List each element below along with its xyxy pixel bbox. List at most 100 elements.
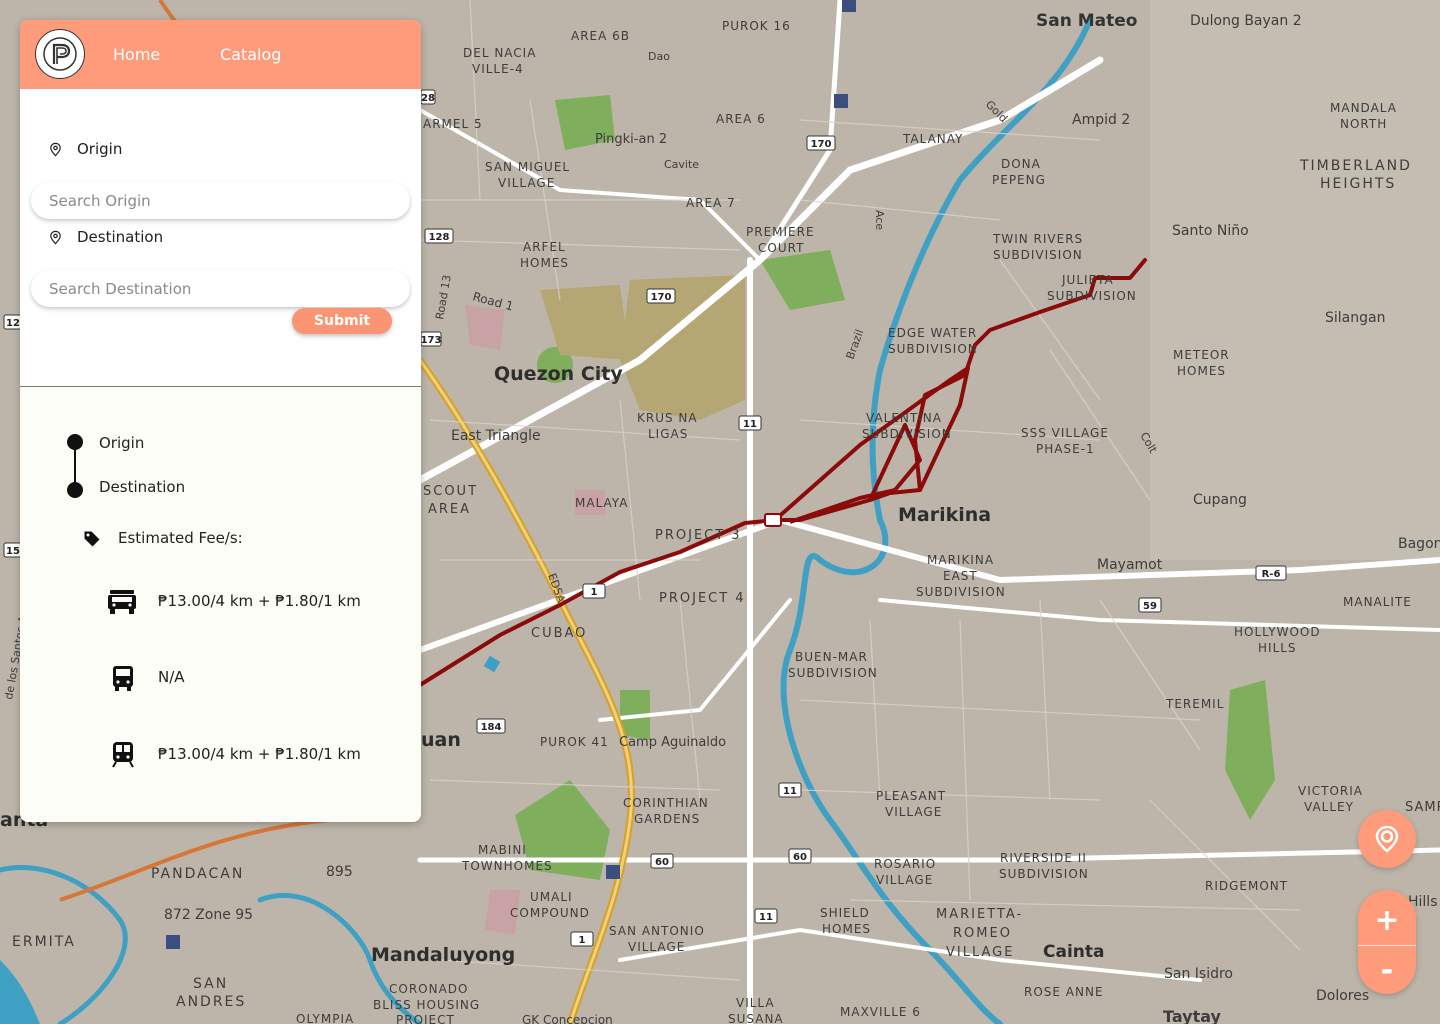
svg-text:CORONADO: CORONADO — [389, 982, 468, 996]
location-pin-icon — [1375, 825, 1399, 853]
svg-text:KRUS NA: KRUS NA — [637, 411, 698, 425]
svg-text:San Mateo: San Mateo — [1036, 11, 1137, 31]
svg-text:MAXVILLE 6: MAXVILLE 6 — [840, 1005, 921, 1019]
svg-text:VILLAGE: VILLAGE — [876, 873, 933, 887]
svg-text:872 Zone 95: 872 Zone 95 — [164, 907, 253, 923]
svg-text:PROJECT 3: PROJECT 3 — [655, 528, 742, 543]
svg-text:ARFEL: ARFEL — [523, 240, 566, 254]
svg-text:ERMITA: ERMITA — [12, 934, 76, 950]
destination-search-input[interactable] — [31, 270, 410, 307]
route-origin-text: Origin — [99, 434, 145, 452]
svg-text:SUBDIVISION: SUBDIVISION — [788, 666, 878, 680]
svg-text:PREMIERE: PREMIERE — [746, 225, 815, 239]
svg-text:VICTORIA: VICTORIA — [1298, 784, 1363, 798]
svg-text:SUBDIVISION: SUBDIVISION — [1047, 289, 1137, 303]
locate-me-button[interactable] — [1358, 810, 1416, 868]
svg-text:HEIGHTS: HEIGHTS — [1320, 176, 1396, 192]
submit-button[interactable]: Submit — [292, 308, 392, 334]
svg-text:Marikina: Marikina — [898, 504, 991, 526]
bus-fare-text: N/A — [158, 668, 185, 686]
svg-text:SSS VILLAGE: SSS VILLAGE — [1021, 426, 1109, 440]
location-pin-icon — [50, 230, 61, 244]
svg-text:1: 1 — [579, 935, 586, 946]
svg-text:12: 12 — [6, 318, 20, 329]
svg-text:SCOUT: SCOUT — [423, 484, 478, 499]
svg-text:Santo Niño: Santo Niño — [1172, 223, 1249, 239]
svg-text:ROSE ANNE: ROSE ANNE — [1024, 985, 1104, 999]
svg-text:LIGAS: LIGAS — [648, 427, 688, 441]
svg-text:MANALITE: MANALITE — [1343, 595, 1412, 609]
zoom-out-button[interactable]: - — [1358, 944, 1416, 994]
svg-text:Cavite: Cavite — [664, 158, 699, 171]
svg-text:Cupang: Cupang — [1193, 492, 1247, 508]
svg-text:15: 15 — [6, 546, 20, 557]
svg-text:SUBDIVISION: SUBDIVISION — [999, 867, 1089, 881]
svg-text:11: 11 — [783, 786, 797, 797]
svg-text:184: 184 — [481, 722, 502, 733]
svg-text:CORINTHIAN: CORINTHIAN — [623, 796, 709, 810]
svg-text:1: 1 — [591, 587, 598, 598]
origin-search-input[interactable] — [31, 182, 410, 219]
top-nav-bar: Home Catalog — [20, 20, 421, 89]
svg-text:PROJECT 4: PROJECT 4 — [659, 591, 746, 606]
svg-text:OLYMPIA: OLYMPIA — [296, 1012, 354, 1024]
svg-text:HILLS: HILLS — [1258, 641, 1297, 655]
svg-text:EDGE WATER: EDGE WATER — [888, 326, 977, 340]
svg-text:HOMES: HOMES — [520, 256, 569, 270]
nav-catalog-link[interactable]: Catalog — [220, 20, 281, 89]
svg-text:NORTH: NORTH — [1340, 117, 1387, 131]
svg-text:ROSARIO: ROSARIO — [874, 857, 936, 871]
svg-text:ANDRES: ANDRES — [176, 994, 246, 1010]
svg-text:AREA 6: AREA 6 — [716, 112, 766, 126]
svg-text:HOLLYWOOD: HOLLYWOOD — [1234, 625, 1321, 639]
svg-text:SHIELD: SHIELD — [820, 906, 870, 920]
svg-text:28: 28 — [421, 93, 435, 104]
svg-text:Ace: Ace — [873, 210, 886, 230]
svg-text:TALANAY: TALANAY — [902, 132, 963, 146]
svg-text:SUBDIVISION: SUBDIVISION — [916, 585, 1006, 599]
jeepney-fare-text: ₱13.00/4 km + ₱1.80/1 km — [158, 592, 361, 610]
p-logo-icon[interactable] — [35, 29, 85, 79]
search-form: Origin Destination Submit — [20, 89, 421, 387]
svg-text:PUROK 41: PUROK 41 — [540, 735, 609, 749]
nav-home-link[interactable]: Home — [113, 20, 160, 89]
svg-text:DEL NACIA: DEL NACIA — [463, 46, 536, 60]
svg-text:PHASE-1: PHASE-1 — [1036, 442, 1095, 456]
svg-text:MALAYA: MALAYA — [575, 496, 628, 510]
svg-text:AREA: AREA — [428, 502, 471, 517]
svg-text:Camp Aguinaldo: Camp Aguinaldo — [619, 735, 726, 750]
svg-text:Dulong Bayan 2: Dulong Bayan 2 — [1190, 13, 1302, 29]
svg-text:Silangan: Silangan — [1325, 310, 1385, 326]
svg-text:Quezon City: Quezon City — [494, 363, 623, 385]
train-fare-text: ₱13.00/4 km + ₱1.80/1 km — [158, 745, 361, 763]
svg-text:BUEN-MAR: BUEN-MAR — [795, 650, 868, 664]
svg-text:COMPOUND: COMPOUND — [510, 906, 590, 920]
route-destination-text: Destination — [99, 478, 186, 496]
svg-text:Mayamot: Mayamot — [1097, 557, 1163, 573]
svg-text:TOWNHOMES: TOWNHOMES — [461, 859, 553, 873]
svg-text:59: 59 — [1143, 601, 1157, 612]
svg-text:SUBDIVISION: SUBDIVISION — [993, 248, 1083, 262]
svg-text:Bagon: Bagon — [1398, 536, 1440, 552]
svg-text:SAN: SAN — [193, 976, 228, 992]
svg-text:VILLAGE: VILLAGE — [946, 945, 1014, 960]
svg-text:MARIKINA: MARIKINA — [927, 553, 994, 567]
svg-text:170: 170 — [651, 292, 672, 303]
svg-text:GARDENS: GARDENS — [634, 812, 700, 826]
svg-text:170: 170 — [811, 139, 832, 150]
svg-text:11: 11 — [743, 419, 757, 430]
svg-text:VILLE-4: VILLE-4 — [472, 62, 524, 76]
bus-icon — [113, 666, 133, 691]
svg-text:Cainta: Cainta — [1043, 942, 1104, 962]
svg-text:SUBDIVISION: SUBDIVISION — [888, 342, 978, 356]
svg-text:GK Concepcion: GK Concepcion — [522, 1013, 613, 1024]
svg-text:Pingki-an 2: Pingki-an 2 — [595, 132, 667, 147]
svg-text:ROMEO: ROMEO — [953, 926, 1012, 941]
svg-text:MABINI: MABINI — [478, 843, 527, 857]
svg-text:East Triangle: East Triangle — [451, 428, 541, 444]
zoom-in-button[interactable]: + — [1358, 894, 1416, 946]
destination-label-row: Destination — [48, 228, 163, 246]
origin-label-row: Origin — [48, 140, 122, 158]
destination-label: Destination — [77, 228, 164, 246]
svg-text:Ampid 2: Ampid 2 — [1072, 112, 1130, 128]
